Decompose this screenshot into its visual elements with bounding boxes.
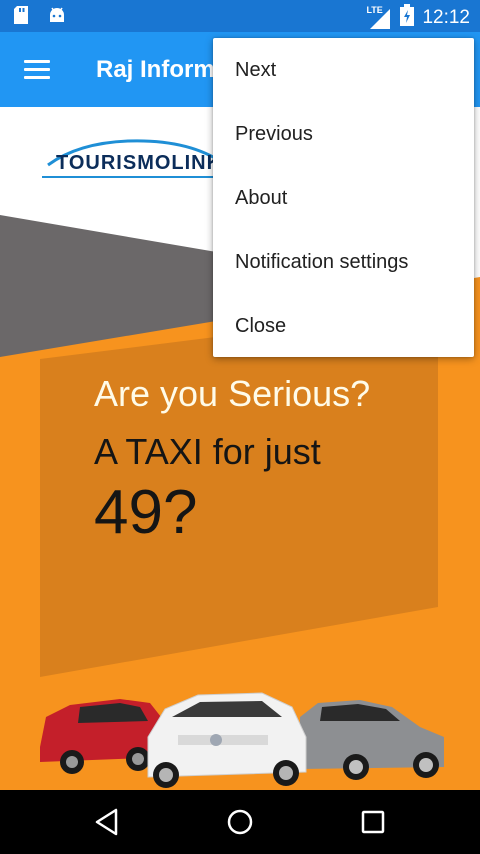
home-icon[interactable]	[224, 806, 256, 838]
overflow-menu: Next Previous About Notification setting…	[213, 38, 474, 357]
status-bar: LTE 12:12	[0, 0, 480, 32]
logo-text: TOURISMOLINK	[56, 152, 223, 174]
banner-price: 49?	[94, 478, 198, 547]
banner-headline-1: Are you Serious?	[94, 373, 371, 414]
menu-item-previous[interactable]: Previous	[213, 102, 474, 166]
menu-item-notification-settings[interactable]: Notification settings	[213, 230, 474, 294]
banner-headline-2: A TAXI for just	[94, 431, 321, 472]
signal-icon: LTE	[366, 4, 392, 29]
menu-item-close[interactable]: Close	[213, 294, 474, 358]
menu-item-next[interactable]: Next	[213, 38, 474, 102]
menu-item-about[interactable]: About	[213, 166, 474, 230]
system-nav-bar	[0, 790, 480, 854]
back-icon[interactable]	[92, 806, 124, 838]
hamburger-icon[interactable]	[24, 60, 50, 80]
recents-icon[interactable]	[357, 806, 389, 838]
white-car	[147, 692, 307, 788]
status-time: 12:12	[422, 6, 470, 28]
network-type: LTE	[366, 4, 383, 15]
android-icon	[48, 6, 66, 29]
battery-icon	[400, 4, 415, 31]
tourismolink-logo: TOURISMOLINK	[38, 133, 238, 193]
sd-card-icon	[14, 6, 30, 29]
